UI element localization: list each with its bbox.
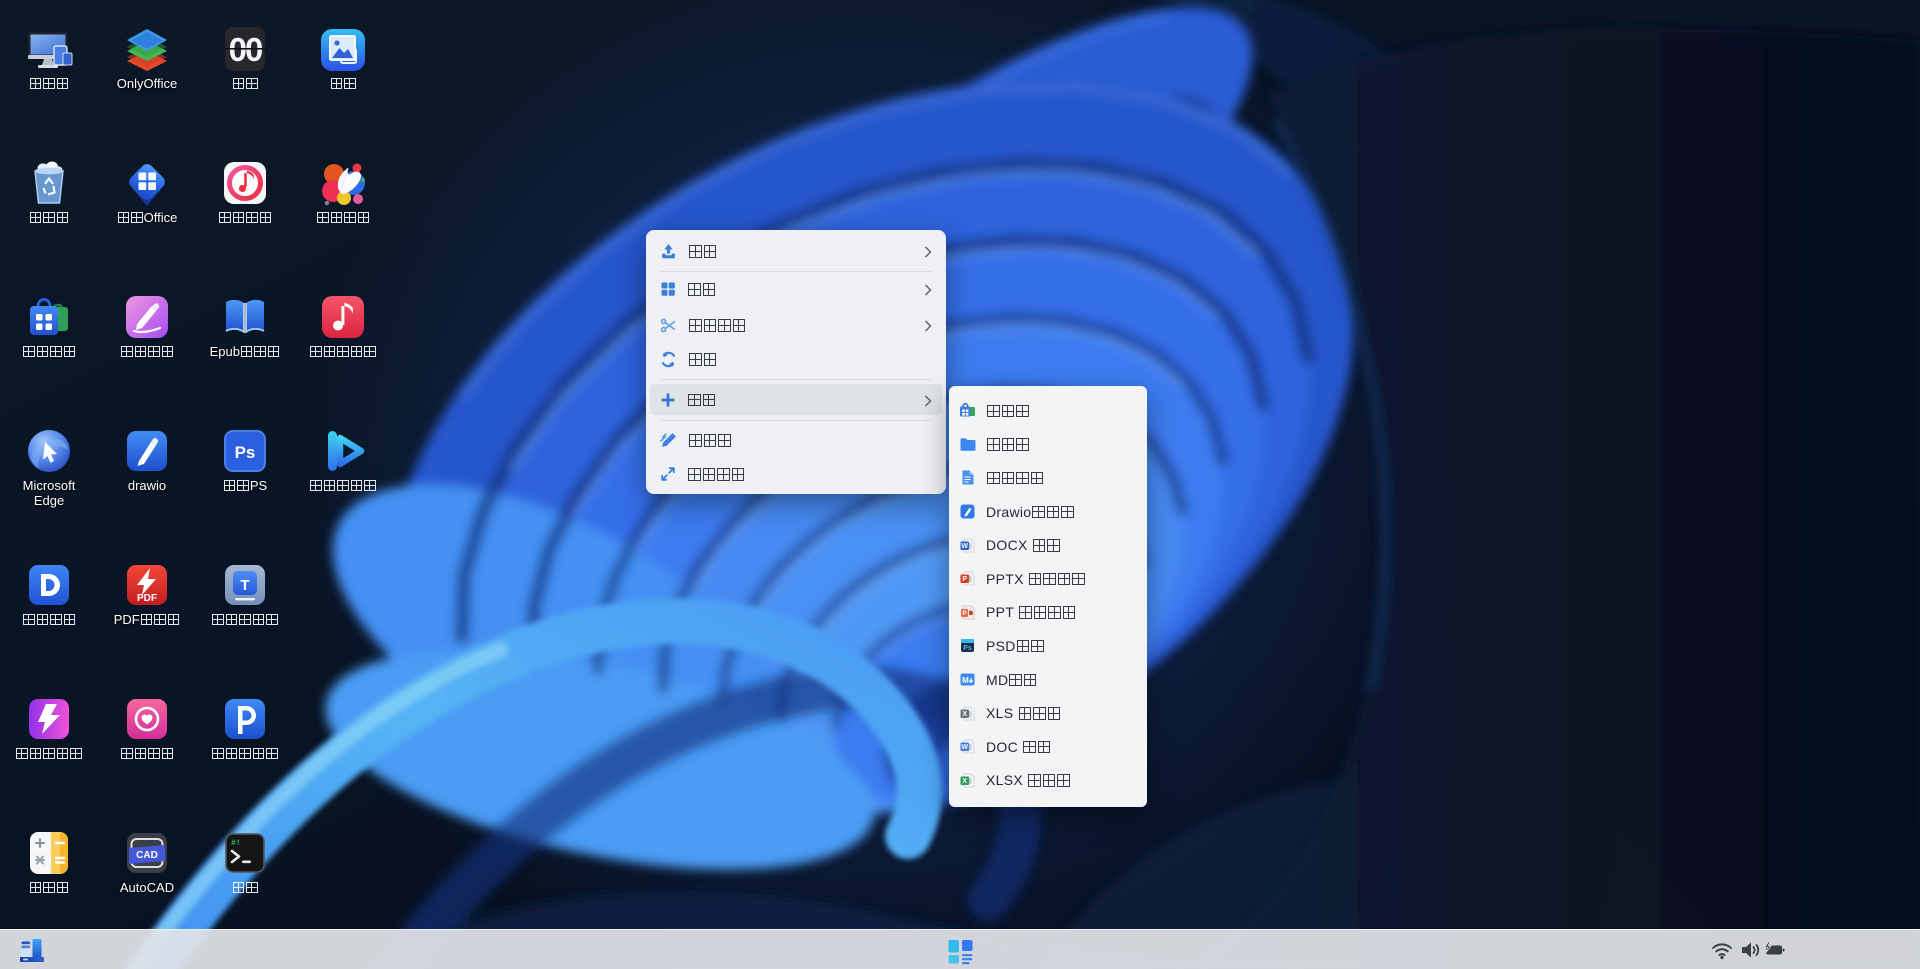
svg-text:T: T [240, 577, 249, 594]
svg-text:X: X [962, 711, 967, 718]
svg-text:#!: #! [231, 839, 241, 848]
svg-text:PDF: PDF [137, 593, 157, 604]
svg-text:P: P [962, 576, 967, 583]
svg-text:CAD: CAD [136, 850, 158, 861]
svg-text:W: W [961, 744, 968, 751]
svg-text:X: X [962, 778, 967, 785]
svg-text:M: M [962, 676, 969, 685]
svg-text:W: W [961, 543, 968, 550]
svg-text:Ps: Ps [963, 645, 972, 652]
svg-text:P: P [962, 610, 967, 617]
svg-text:Ps: Ps [235, 443, 256, 462]
